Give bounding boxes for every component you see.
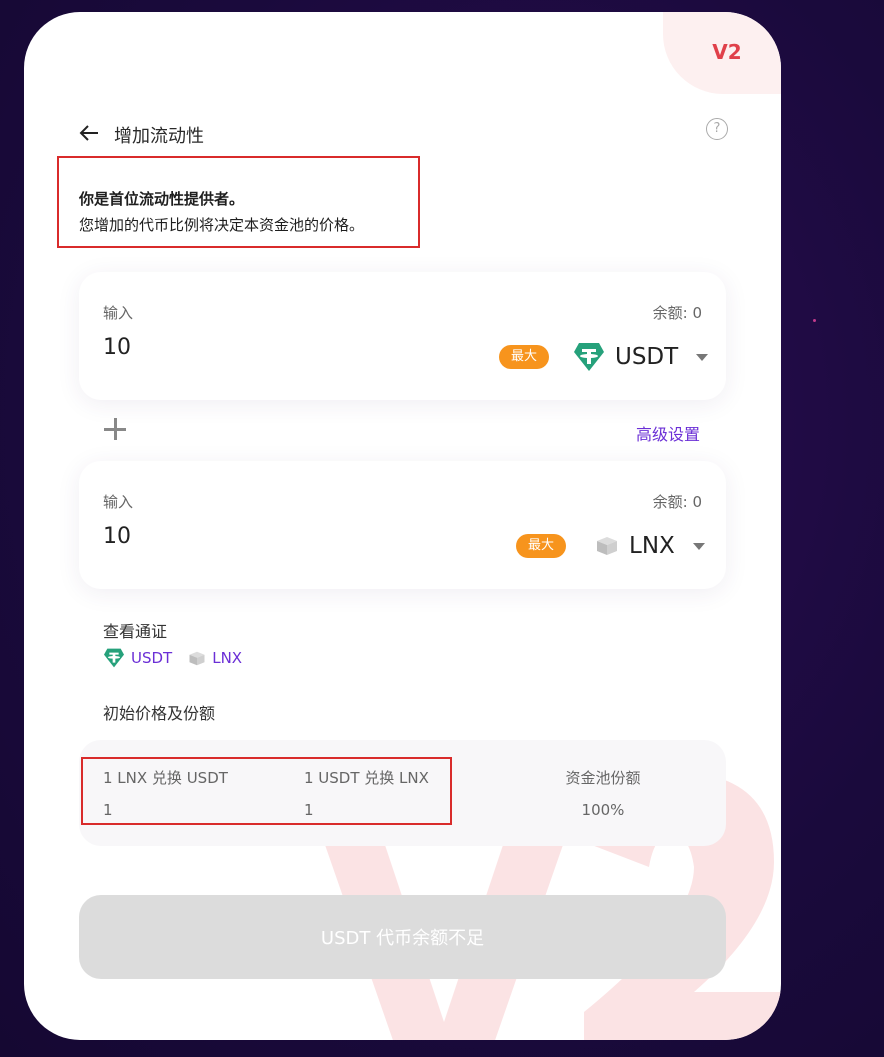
view-token-label: 查看通证 <box>103 622 168 641</box>
token-symbol: LNX <box>629 533 675 559</box>
amount-input-lnx[interactable] <box>101 523 305 550</box>
lnx-cube-icon <box>189 651 205 665</box>
view-token-lnx-link[interactable]: LNX <box>188 649 242 667</box>
token-select-lnx[interactable]: LNX <box>595 529 705 563</box>
price-value-usdt-lnx: 1 <box>304 801 314 819</box>
tether-icon <box>104 648 124 668</box>
max-button[interactable]: 最大 <box>499 345 549 369</box>
initial-price-title: 初始价格及份额 <box>103 704 216 723</box>
insufficient-balance-button[interactable]: USDT 代币余额不足 <box>79 895 726 979</box>
view-token-lnx-label: LNX <box>212 649 243 667</box>
input-panel-usdt: 输入 余额: 0 最大 USDT <box>79 272 726 400</box>
liquidity-card: V2 增加流动性 ? 你是首位流动性提供者。 您增加的代币比例将决定本资金池的价… <box>24 12 781 1040</box>
token-select-usdt[interactable]: USDT <box>573 340 709 374</box>
input-label: 输入 <box>103 493 134 511</box>
notice-heading: 你是首位流动性提供者。 <box>79 190 245 208</box>
pool-share-value: 100% <box>581 801 625 819</box>
back-arrow-icon[interactable] <box>78 122 100 144</box>
pool-share-label: 资金池份额 <box>565 769 641 787</box>
price-value-lnx-usdt: 1 <box>103 801 113 819</box>
max-button[interactable]: 最大 <box>516 534 566 558</box>
view-token-usdt-link[interactable]: USDT <box>103 648 172 668</box>
balance-text: 余额: 0 <box>652 304 702 322</box>
price-share-box: 1 LNX 兑换 USDT 1 1 USDT 兑换 LNX 1 资金池份额 10… <box>79 740 726 846</box>
view-token-usdt-label: USDT <box>131 649 173 667</box>
token-symbol: USDT <box>615 344 679 370</box>
input-panel-lnx: 输入 余额: 0 最大 LNX <box>79 461 726 589</box>
balance-text: 余额: 0 <box>652 493 702 511</box>
advanced-settings-link[interactable]: 高级设置 <box>636 421 700 445</box>
input-label: 输入 <box>103 304 134 322</box>
plus-icon <box>104 418 126 440</box>
first-provider-notice: 你是首位流动性提供者。 您增加的代币比例将决定本资金池的价格。 <box>57 156 420 248</box>
chevron-down-icon <box>692 542 705 550</box>
help-icon[interactable]: ? <box>706 118 728 140</box>
view-token-links: USDT LNX <box>103 648 250 668</box>
background-dot <box>813 319 816 322</box>
lnx-cube-icon <box>597 537 617 555</box>
price-label-usdt-lnx: 1 USDT 兑换 LNX <box>304 769 429 787</box>
tether-icon <box>574 343 604 371</box>
price-label-lnx-usdt: 1 LNX 兑换 USDT <box>103 769 228 787</box>
version-badge: V2 <box>712 40 742 64</box>
amount-input-usdt[interactable] <box>101 334 305 361</box>
notice-text: 您增加的代币比例将决定本资金池的价格。 <box>79 216 365 234</box>
page-title: 增加流动性 <box>114 126 204 147</box>
chevron-down-icon <box>696 353 709 361</box>
